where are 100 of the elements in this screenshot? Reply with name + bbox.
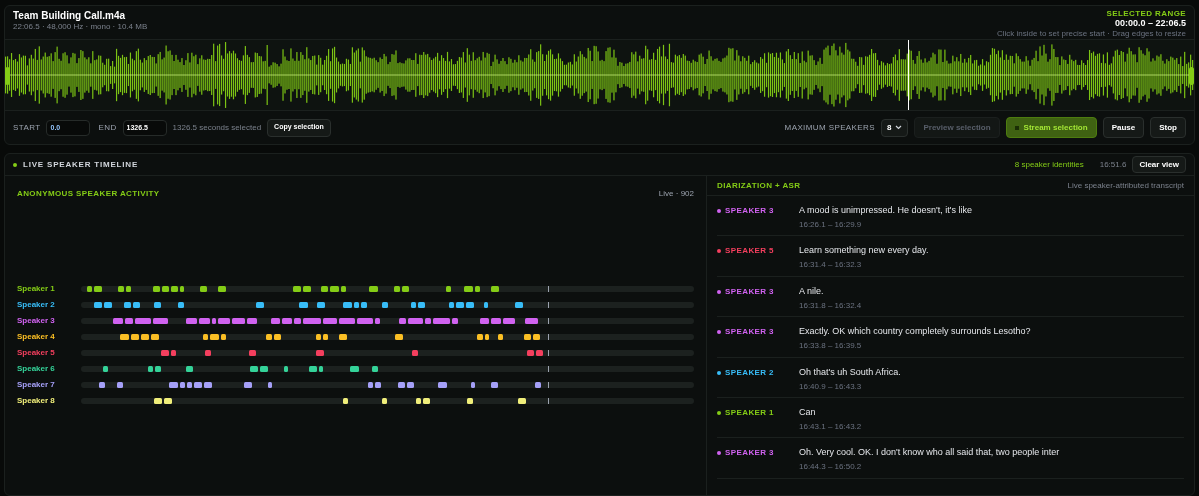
speaker-segment xyxy=(303,285,311,292)
segment-time: 16:40.9 – 16:43.3 xyxy=(799,381,863,391)
left-handle[interactable] xyxy=(5,67,10,85)
speaker-segment xyxy=(330,285,339,292)
segment-time: 16:26.1 – 16:29.9 xyxy=(799,220,863,229)
speaker-segment xyxy=(491,285,499,292)
max-speakers-label: MAXIMUM SPEAKERS xyxy=(784,121,875,134)
action-button[interactable]: Stop xyxy=(1150,117,1186,138)
speaker-segment xyxy=(171,285,178,292)
speaker-segment xyxy=(164,397,172,404)
speaker-segment xyxy=(372,365,378,372)
transcript-subtitle: Live speaker-attributed transcript xyxy=(1067,179,1184,192)
speaker-segment xyxy=(141,333,149,340)
speaker-segment xyxy=(423,397,430,404)
speaker-segment xyxy=(205,349,211,356)
segment-time: 16:43.1 – 16:43.2 xyxy=(799,421,862,431)
speaker-segment xyxy=(361,301,367,308)
file-title: Team Building Call.m4a xyxy=(13,9,127,22)
speaker-segment xyxy=(131,333,139,340)
speaker-segment xyxy=(180,285,184,292)
speaker-segment xyxy=(343,301,352,308)
clear-view-button[interactable]: Clear view xyxy=(1132,156,1186,173)
speaker-segment xyxy=(515,301,523,308)
speaker-segment xyxy=(299,301,308,308)
speaker-segment xyxy=(368,381,373,388)
speaker-segment xyxy=(249,349,256,356)
speaker-segment xyxy=(503,317,515,324)
speaker-label: Speaker 5 xyxy=(17,348,56,357)
speaker-segment xyxy=(180,381,185,388)
speaker-segment xyxy=(323,317,337,324)
speaker-label: Speaker 3 xyxy=(17,316,56,325)
speaker-segment xyxy=(199,317,210,324)
action-button[interactable]: Stream selection xyxy=(1005,117,1097,138)
speaker-segment xyxy=(294,317,301,324)
selected-duration: 1326.5 seconds selected xyxy=(172,121,262,134)
segment-time: 16:31.8 – 16:32.4 xyxy=(799,300,862,310)
speaker-segment xyxy=(341,285,346,292)
speaker-segment xyxy=(408,317,423,324)
speaker-segment xyxy=(319,365,323,372)
speaker-segment xyxy=(153,317,168,324)
speaker-tag: SPEAKER 3 xyxy=(725,448,774,459)
speaker-segment xyxy=(194,381,202,388)
speaker-segment xyxy=(151,333,159,340)
speaker-segment xyxy=(525,317,538,324)
speaker-label: Speaker 2 xyxy=(17,300,56,309)
right-handle[interactable] xyxy=(1189,67,1194,85)
speaker-segment xyxy=(323,333,328,340)
speaker-segment xyxy=(484,301,488,308)
speaker-segment xyxy=(375,317,380,324)
speaker-segment xyxy=(256,301,264,308)
speaker-segment xyxy=(518,397,526,404)
speaker-label: Speaker 1 xyxy=(17,284,56,293)
speaker-segment xyxy=(148,365,153,372)
chevron-down-icon xyxy=(895,125,903,130)
speaker-identities: 8 speaker identities xyxy=(1014,158,1084,171)
speaker-segment xyxy=(407,381,414,388)
speaker-segment xyxy=(475,285,480,292)
range-hint: Click inside to set precise start · Drag edges to resize xyxy=(997,29,1186,38)
speaker-segment xyxy=(282,317,292,324)
speaker-segment xyxy=(524,333,531,340)
transcript-text: Can xyxy=(799,405,817,418)
speaker-segment xyxy=(425,317,431,324)
selected-range-label: SELECTED RANGE xyxy=(1106,9,1186,18)
max-speakers-select[interactable]: 8 xyxy=(881,118,909,137)
speaker-segment xyxy=(339,317,355,324)
action-button[interactable]: Pause xyxy=(1102,117,1145,138)
speaker-segment xyxy=(124,301,131,308)
speaker-label: Speaker 7 xyxy=(17,380,56,389)
speaker-segment xyxy=(316,333,321,340)
speaker-label: Speaker 8 xyxy=(17,396,56,405)
speaker-segment xyxy=(218,285,226,292)
speaker-segment xyxy=(357,317,373,324)
speaker-segment xyxy=(449,301,454,308)
speaker-segment xyxy=(284,365,288,372)
speaker-tag: SPEAKER 5 xyxy=(725,246,774,257)
speaker-segment xyxy=(303,317,321,324)
speaker-segment xyxy=(480,317,489,324)
segment-time: 16:33.8 – 16:39.5 xyxy=(799,341,863,351)
transcript-title: DIARIZATION + ASR xyxy=(717,179,801,192)
speaker-segment xyxy=(394,285,400,292)
speaker-segment xyxy=(466,301,474,308)
speaker-segment xyxy=(467,397,473,404)
speaker-label: Speaker 4 xyxy=(17,332,56,341)
speaker-segment xyxy=(536,349,543,356)
speaker-segment xyxy=(221,333,226,340)
speaker-segment xyxy=(309,365,317,372)
speaker-segment xyxy=(266,333,272,340)
timeline-title: LIVE SPEAKER TIMELINE xyxy=(23,158,139,171)
speaker-segment xyxy=(382,301,388,308)
speaker-segment xyxy=(268,381,272,388)
speaker-segment xyxy=(446,285,451,292)
waveform-drawing[interactable] xyxy=(5,40,1194,110)
speaker-segment xyxy=(186,365,193,372)
speaker-segment xyxy=(232,317,245,324)
transcript-text: A mood is unimpressed. He doesn't, it's like xyxy=(799,204,973,216)
activity-title: ANONYMOUS SPEAKER ACTIVITY xyxy=(17,188,160,200)
speaker-segment xyxy=(399,317,406,324)
speaker-segment xyxy=(416,397,421,404)
speaker-segment xyxy=(104,301,112,308)
speaker-segment xyxy=(382,397,387,404)
